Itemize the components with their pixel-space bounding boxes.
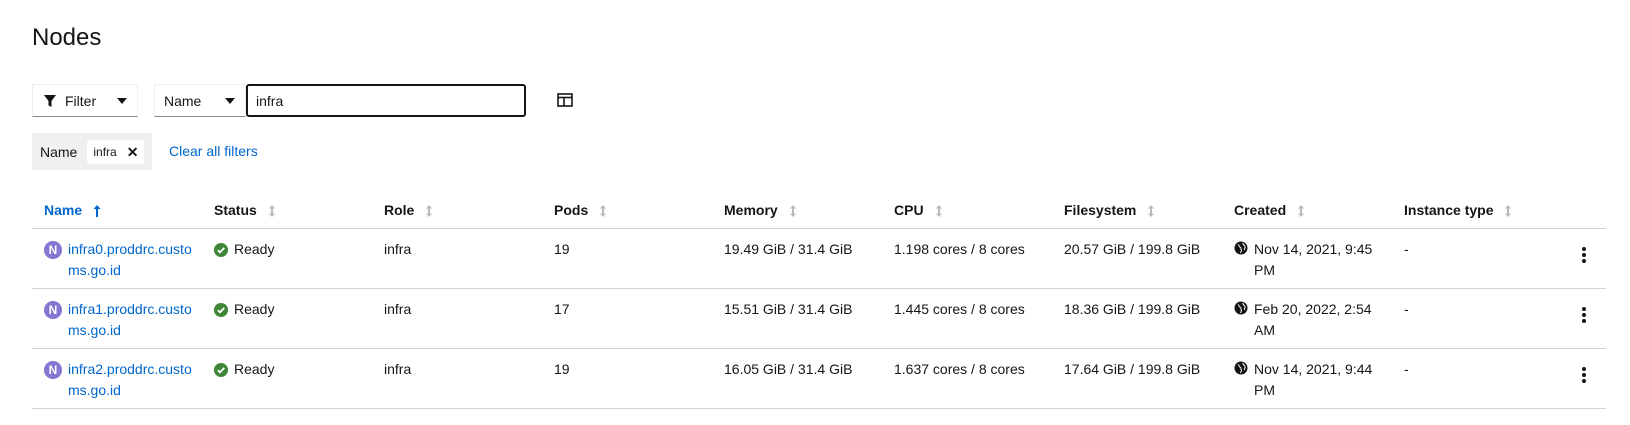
columns-icon[interactable] <box>557 93 573 107</box>
column-header-instance-type[interactable]: Instance type <box>1404 200 1513 221</box>
page-title: Nodes <box>32 24 102 51</box>
filter-chip: infra ✕ <box>87 139 145 164</box>
table-row: N infra1.proddrc.customs.go.id Ready inf… <box>32 289 1606 349</box>
pods-cell: 19 <box>554 241 570 257</box>
column-header-cpu[interactable]: CPU <box>894 200 944 221</box>
pods-cell: 17 <box>554 301 570 317</box>
created-timestamp: Nov 14, 2021, 9:45 PM <box>1254 241 1373 278</box>
instance-type-cell: - <box>1404 361 1409 377</box>
status-cell: Ready <box>214 359 274 380</box>
sort-icon <box>268 204 275 217</box>
created-cell: Nov 14, 2021, 9:45 PM <box>1234 239 1374 281</box>
column-header-role[interactable]: Role <box>384 200 434 221</box>
node-link[interactable]: N infra0.proddrc.customs.go.id <box>44 239 199 281</box>
sort-icon <box>1505 204 1512 217</box>
node-name: infra0.proddrc.customs.go.id <box>68 241 192 278</box>
check-circle-icon <box>214 242 228 257</box>
column-header-name[interactable]: Name <box>44 200 102 221</box>
globe-icon <box>1234 301 1248 315</box>
memory-cell: 15.51 GiB / 31.4 GiB <box>724 301 853 317</box>
filter-label: Filter <box>65 92 97 109</box>
filter-attribute-label: Name <box>164 92 202 109</box>
memory-cell: 16.05 GiB / 31.4 GiB <box>724 361 853 377</box>
status-text: Ready <box>234 301 275 317</box>
role-cell: infra <box>384 361 412 377</box>
filesystem-cell: 18.36 GiB / 199.8 GiB <box>1064 301 1201 317</box>
instance-type-cell: - <box>1404 241 1409 257</box>
memory-cell: 19.49 GiB / 31.4 GiB <box>724 241 853 257</box>
node-name: infra1.proddrc.customs.go.id <box>68 301 192 338</box>
chip-value: infra <box>93 144 117 159</box>
pods-cell: 19 <box>554 361 570 377</box>
sort-icon <box>935 204 942 217</box>
column-header-memory[interactable]: Memory <box>724 200 798 221</box>
filter-icon <box>44 94 56 107</box>
filter-chip-group: Name infra ✕ <box>32 133 152 170</box>
nodes-table: Name Status Role Pods Memory CPU Filesys… <box>32 190 1606 409</box>
node-name-cell: N infra2.proddrc.customs.go.id <box>44 359 199 401</box>
column-header-filesystem[interactable]: Filesystem <box>1064 200 1156 221</box>
cpu-cell: 1.637 cores / 8 cores <box>894 361 1025 377</box>
table-row: N infra2.proddrc.customs.go.id Ready inf… <box>32 349 1606 409</box>
status-cell: Ready <box>214 299 274 320</box>
sort-ascending-icon <box>93 204 101 217</box>
sort-icon <box>1148 204 1155 217</box>
filter-attribute-select[interactable]: Name <box>154 84 246 117</box>
sort-icon <box>600 204 607 217</box>
node-name-cell: N infra1.proddrc.customs.go.id <box>44 299 199 341</box>
node-resource-badge: N <box>44 241 62 259</box>
created-timestamp: Nov 14, 2021, 9:44 PM <box>1254 361 1373 398</box>
node-resource-badge: N <box>44 301 62 319</box>
table-row: N infra0.proddrc.customs.go.id Ready inf… <box>32 229 1606 289</box>
instance-type-cell: - <box>1404 301 1409 317</box>
node-link[interactable]: N infra2.proddrc.customs.go.id <box>44 359 199 401</box>
created-cell: Feb 20, 2022, 2:54 AM <box>1234 299 1374 341</box>
kebab-menu-icon[interactable] <box>1582 307 1586 323</box>
node-name: infra2.proddrc.customs.go.id <box>68 361 192 398</box>
column-header-status[interactable]: Status <box>214 200 277 221</box>
close-icon[interactable]: ✕ <box>127 145 139 159</box>
caret-down-icon <box>117 97 127 104</box>
role-cell: infra <box>384 301 412 317</box>
role-cell: infra <box>384 241 412 257</box>
chip-category-label: Name <box>40 143 78 160</box>
globe-icon <box>1234 241 1248 255</box>
caret-down-icon <box>225 97 235 104</box>
status-text: Ready <box>234 241 275 257</box>
column-header-created[interactable]: Created <box>1234 200 1306 221</box>
table-header-row: Name Status Role Pods Memory CPU Filesys… <box>32 190 1606 229</box>
created-timestamp: Feb 20, 2022, 2:54 AM <box>1254 301 1372 338</box>
clear-all-filters-link[interactable]: Clear all filters <box>169 143 258 159</box>
status-text: Ready <box>234 361 275 377</box>
kebab-menu-icon[interactable] <box>1582 247 1586 263</box>
filesystem-cell: 20.57 GiB / 199.8 GiB <box>1064 241 1201 257</box>
filesystem-cell: 17.64 GiB / 199.8 GiB <box>1064 361 1201 377</box>
node-name-cell: N infra0.proddrc.customs.go.id <box>44 239 199 281</box>
filter-dropdown-button[interactable]: Filter <box>32 84 138 117</box>
created-cell: Nov 14, 2021, 9:44 PM <box>1234 359 1374 401</box>
node-link[interactable]: N infra1.proddrc.customs.go.id <box>44 299 199 341</box>
sort-icon <box>789 204 796 217</box>
column-header-pods[interactable]: Pods <box>554 200 608 221</box>
search-input[interactable] <box>246 84 526 117</box>
cpu-cell: 1.445 cores / 8 cores <box>894 301 1025 317</box>
node-resource-badge: N <box>44 361 62 379</box>
sort-icon <box>1298 204 1305 217</box>
check-circle-icon <box>214 302 228 317</box>
kebab-menu-icon[interactable] <box>1582 367 1586 383</box>
status-cell: Ready <box>214 239 274 260</box>
sort-icon <box>426 204 433 217</box>
cpu-cell: 1.198 cores / 8 cores <box>894 241 1025 257</box>
globe-icon <box>1234 361 1248 375</box>
check-circle-icon <box>214 362 228 377</box>
